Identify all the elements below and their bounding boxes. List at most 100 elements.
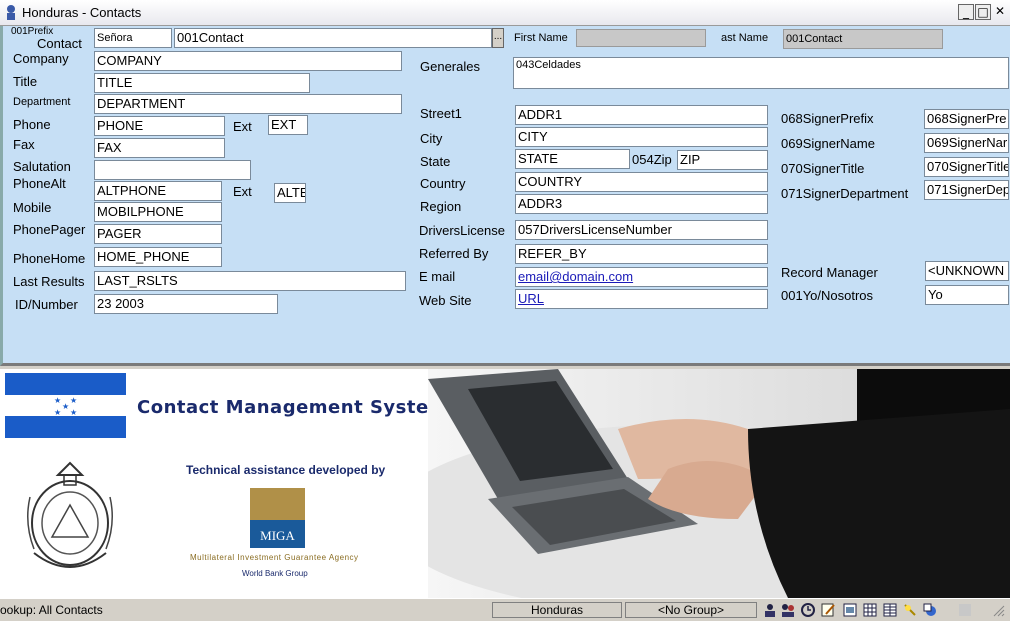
group-icon[interactable] xyxy=(780,602,796,618)
signername-field[interactable]: 069SignerNar xyxy=(924,133,1009,153)
signerprefix-field[interactable]: 068SignerPre xyxy=(924,109,1009,129)
lastname-field[interactable]: 001Contact xyxy=(783,29,943,49)
city-field[interactable]: CITY xyxy=(515,127,768,147)
company-label: Company xyxy=(13,51,69,66)
contact-label: Contact xyxy=(37,36,82,51)
phonehome-label: PhoneHome xyxy=(13,251,86,266)
grid-icon[interactable] xyxy=(862,602,878,618)
license-field[interactable]: 057DriversLicenseNumber xyxy=(515,220,768,240)
world-bank-group: World Bank Group xyxy=(242,569,308,578)
lastname-label: ast Name xyxy=(721,32,769,44)
svg-text:★: ★ xyxy=(54,396,61,405)
ext-label: Ext xyxy=(233,119,252,134)
zip-label: 054Zip xyxy=(632,152,672,167)
miga-logo: MIGA xyxy=(250,488,305,548)
region-field[interactable]: ADDR3 xyxy=(515,194,768,214)
generales-label: Generales xyxy=(420,59,480,74)
title-label: Title xyxy=(13,74,38,89)
idnumber-label: ID/Number xyxy=(15,297,78,312)
website-field[interactable]: URL xyxy=(515,289,768,309)
table-icon[interactable] xyxy=(882,602,898,618)
signerdept-label: 071SignerDepartment xyxy=(781,186,909,201)
svg-text:MIGA: MIGA xyxy=(260,528,295,543)
status-bar: ookup: All Contacts Honduras <No Group> xyxy=(0,598,1010,621)
miga-full-name: Multilateral Investment Guarantee Agency xyxy=(190,553,359,562)
coat-of-arms-seal xyxy=(27,461,113,568)
yo-label: 001Yo/Nosotros xyxy=(781,288,874,303)
pager-field[interactable]: PAGER xyxy=(94,224,222,244)
contact-field[interactable]: 001Contact xyxy=(174,28,492,48)
prefix-field[interactable]: Señora xyxy=(94,28,172,48)
lastresults-label: Last Results xyxy=(13,274,85,289)
mobile-label: Mobile xyxy=(13,200,52,215)
recordmgr-field[interactable]: <UNKNOWN xyxy=(925,261,1009,281)
signertitle-field[interactable]: 070SignerTitle xyxy=(924,157,1009,177)
phonealt-field[interactable]: ALTPHONE xyxy=(94,181,222,201)
svg-text:★: ★ xyxy=(70,396,77,405)
globe-icon[interactable] xyxy=(922,602,938,618)
status-lookup-text: ookup: All Contacts xyxy=(0,603,103,617)
company-field[interactable]: COMPANY xyxy=(94,51,402,71)
department-field[interactable]: DEPARTMENT xyxy=(94,94,402,114)
group-pane[interactable]: <No Group> xyxy=(625,602,757,618)
maximize-button[interactable]: □ xyxy=(975,4,991,20)
contact-icon[interactable] xyxy=(762,602,778,618)
zip-field[interactable]: ZIP xyxy=(677,150,768,170)
generales-field[interactable]: 043Celdades xyxy=(513,57,1009,89)
disabled-icon xyxy=(959,604,971,616)
signertitle-label: 070SignerTitle xyxy=(781,161,865,176)
minimize-button[interactable]: _ xyxy=(958,4,974,20)
ext2-field[interactable]: ALTE xyxy=(274,183,306,203)
recordmgr-label: Record Manager xyxy=(781,265,878,280)
state-field[interactable]: STATE xyxy=(515,149,630,169)
mobile-field[interactable]: MOBILPHONE xyxy=(94,202,222,222)
notes-icon[interactable] xyxy=(820,602,836,618)
window-title: Honduras - Contacts xyxy=(22,5,142,20)
honduras-flag: ★ ★ ★ ★ ★ xyxy=(5,373,126,438)
salutation-label: Salutation xyxy=(13,159,71,174)
laptop-typing-photo xyxy=(428,369,1010,598)
title-field[interactable]: TITLE xyxy=(94,73,310,93)
contact-lookup-button[interactable]: ... xyxy=(492,28,504,48)
ext2-label: Ext xyxy=(233,184,252,199)
yo-field[interactable]: Yo xyxy=(925,285,1009,305)
website-label: Web Site xyxy=(419,293,472,308)
banner-title: Contact Management System xyxy=(137,397,448,418)
database-pane[interactable]: Honduras xyxy=(492,602,622,618)
street-label: Street1 xyxy=(420,106,462,121)
signerprefix-label: 068SignerPrefix xyxy=(781,111,874,126)
country-label: Country xyxy=(420,176,466,191)
schedule-icon[interactable] xyxy=(800,602,816,618)
firstname-field[interactable] xyxy=(576,29,706,47)
phone-field[interactable]: PHONE xyxy=(94,116,225,136)
close-button[interactable]: ✕ xyxy=(992,4,1008,20)
phonealt-label: PhoneAlt xyxy=(13,176,66,191)
region-label: Region xyxy=(420,199,462,214)
department-label: Department xyxy=(13,96,71,108)
fax-field[interactable]: FAX xyxy=(94,138,225,158)
signerdept-field[interactable]: 071SignerDep xyxy=(924,180,1009,200)
lookup-icon[interactable] xyxy=(902,602,918,618)
phone-label: Phone xyxy=(13,117,51,132)
window-icon[interactable] xyxy=(842,602,858,618)
contact-form: 001Prefix Contact Señora 001Contact ... … xyxy=(0,26,1010,366)
country-field[interactable]: COUNTRY xyxy=(515,172,768,192)
street-field[interactable]: ADDR1 xyxy=(515,105,768,125)
salutation-field[interactable] xyxy=(94,160,251,180)
banner: ★ ★ ★ ★ ★ Contact Management System Techni… xyxy=(0,369,1010,598)
pager-label: PhonePager xyxy=(13,222,86,237)
ext-field[interactable]: EXT xyxy=(268,115,308,135)
svg-text:★: ★ xyxy=(54,408,61,417)
title-bar: Honduras - Contacts _ □ ✕ xyxy=(0,0,1010,26)
idnumber-field[interactable]: 23 2003 xyxy=(94,294,278,314)
resize-grip-icon[interactable] xyxy=(992,602,1006,618)
referred-label: Referred By xyxy=(419,246,489,261)
tech-assistance-text: Technical assistance developed by xyxy=(186,463,386,477)
svg-text:★: ★ xyxy=(62,402,69,411)
referred-field[interactable]: REFER_BY xyxy=(515,244,768,264)
phonehome-field[interactable]: HOME_PHONE xyxy=(94,247,222,267)
app-icon xyxy=(7,5,15,20)
lastresults-field[interactable]: LAST_RSLTS xyxy=(94,271,406,291)
email-field[interactable]: email@domain.com xyxy=(515,267,768,287)
firstname-label: First Name xyxy=(514,32,568,44)
